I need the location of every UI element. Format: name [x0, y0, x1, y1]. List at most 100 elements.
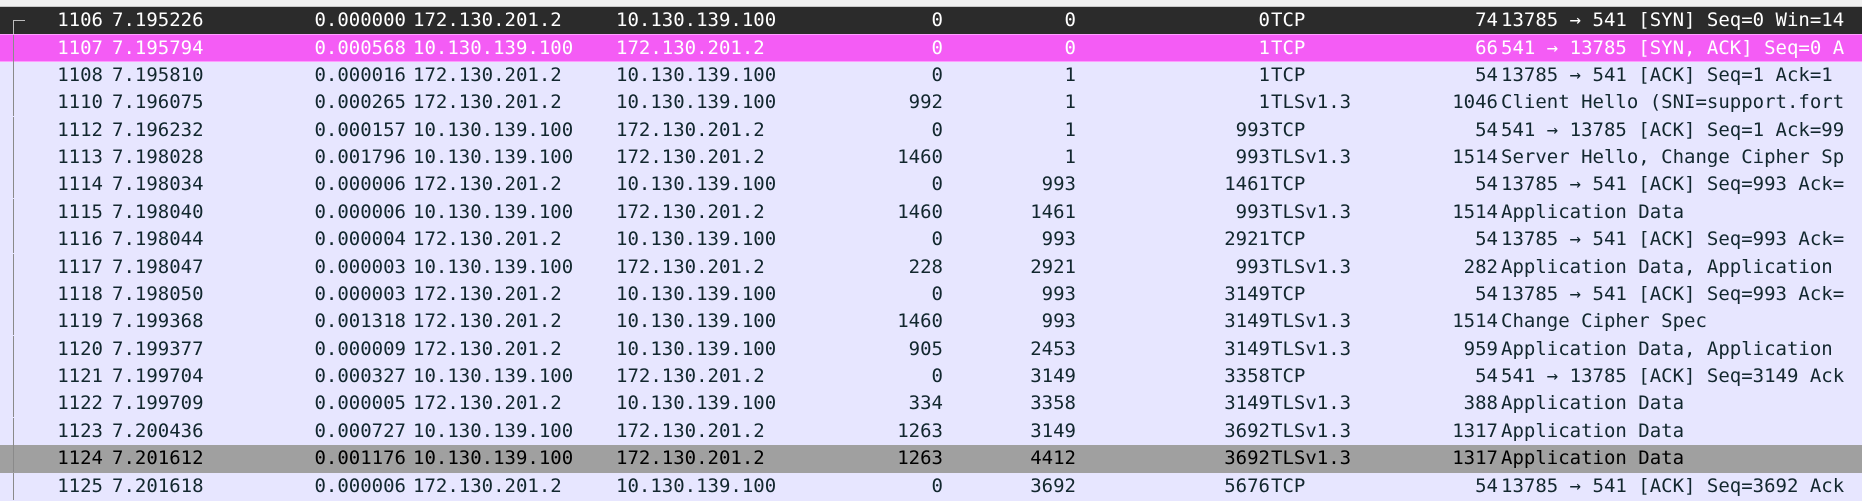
packet-row[interactable]: 1107 7.195794 0.000568 10.130.139.100 172.13… — [0, 34, 1862, 63]
packet-seq: 993 — [1041, 228, 1076, 251]
packet-length: 74 — [1475, 9, 1498, 31]
packet-info: Server Hello, Change Cipher Sp — [1501, 145, 1845, 168]
packet-row[interactable]: 1121 7.199704 0.000327 10.130.139.100 172.13… — [0, 363, 1862, 391]
packet-seq: 3692 — [1030, 474, 1076, 497]
packet-length: 54 — [1475, 365, 1498, 388]
packet-ack: 2921 — [1224, 228, 1270, 251]
packet-row[interactable]: 1124 7.201612 0.001176 10.130.139.100 172.13… — [0, 445, 1862, 473]
packet-tcp-segment-len: 0 — [931, 474, 943, 497]
packet-ack: 3149 — [1224, 392, 1270, 415]
packet-delta: 0.001318 — [314, 310, 406, 333]
packet-delta: 0.000003 — [314, 282, 406, 305]
packet-number: 1123 — [57, 419, 103, 442]
packet-ack: 993 — [1235, 255, 1270, 278]
packet-ack: 5676 — [1224, 474, 1270, 497]
packet-info: 13785 → 541 [SYN] Seq=0 Win=14 — [1501, 9, 1845, 31]
packet-length: 1317 — [1452, 447, 1498, 470]
packet-destination: 172.130.201.2 — [616, 37, 765, 60]
packet-info: 13785 → 541 [ACK] Seq=993 Ack= — [1501, 173, 1845, 196]
packet-row[interactable]: 1112 7.196232 0.000157 10.130.139.100 172.13… — [0, 116, 1862, 144]
packet-seq: 3358 — [1030, 392, 1076, 415]
packet-time: 7.201612 — [112, 447, 204, 470]
column-header-bar[interactable] — [0, 0, 1862, 7]
packet-info: 13785 → 541 [ACK] Seq=993 Ack= — [1501, 228, 1845, 251]
packet-row[interactable]: 1117 7.198047 0.000003 10.130.139.100 172.13… — [0, 253, 1862, 281]
packet-info: Application Data — [1501, 447, 1685, 470]
packet-info: Client Hello (SNI=support.fort — [1501, 91, 1845, 114]
packet-destination: 172.130.201.2 — [616, 419, 765, 442]
packet-ack: 993 — [1235, 118, 1270, 141]
packet-tcp-segment-len: 0 — [931, 63, 943, 86]
packet-seq: 1 — [1064, 145, 1076, 168]
packet-row[interactable]: 1119 7.199368 0.001318 172.130.201.2 10.130.… — [0, 308, 1862, 336]
packet-destination: 10.130.139.100 — [616, 474, 777, 497]
packet-seq: 993 — [1041, 310, 1076, 333]
packet-row[interactable]: 1123 7.200436 0.000727 10.130.139.100 172.13… — [0, 417, 1862, 446]
packet-row[interactable]: 1115 7.198040 0.000006 10.130.139.100 172.13… — [0, 198, 1862, 227]
packet-ack: 3149 — [1224, 310, 1270, 333]
packet-destination: 172.130.201.2 — [616, 145, 765, 168]
packet-delta: 0.000727 — [314, 419, 406, 442]
packet-destination: 172.130.201.2 — [616, 200, 765, 223]
packet-seq: 1 — [1064, 63, 1076, 86]
packet-destination: 10.130.139.100 — [616, 392, 777, 415]
packet-destination: 10.130.139.100 — [616, 310, 777, 333]
packet-destination: 10.130.139.100 — [616, 282, 777, 305]
packet-seq: 2453 — [1030, 337, 1076, 360]
packet-number: 1124 — [57, 447, 103, 470]
packet-row[interactable]: 1110 7.196075 0.000265 172.130.201.2 10.130.… — [0, 89, 1862, 117]
packet-ack: 3692 — [1224, 419, 1270, 442]
packet-time: 7.198028 — [112, 145, 204, 168]
packet-tcp-segment-len: 0 — [931, 9, 943, 31]
packet-delta: 0.000009 — [314, 337, 406, 360]
packet-number: 1107 — [57, 37, 103, 60]
packet-time: 7.195226 — [112, 9, 204, 31]
packet-tcp-segment-len: 334 — [908, 392, 943, 415]
packet-length: 1046 — [1452, 91, 1498, 114]
packet-info: Application Data, Application — [1501, 337, 1833, 360]
packet-source: 172.130.201.2 — [413, 474, 562, 497]
packet-destination: 10.130.139.100 — [616, 173, 777, 196]
packet-destination: 10.130.139.100 — [616, 91, 777, 114]
packet-row[interactable]: 1125 7.201618 0.000006 172.130.201.2 10.130.… — [0, 472, 1862, 501]
packet-ack: 1461 — [1224, 173, 1270, 196]
packet-tcp-segment-len: 0 — [931, 37, 943, 60]
packet-tcp-segment-len: 0 — [931, 282, 943, 305]
packet-source: 172.130.201.2 — [413, 63, 562, 86]
packet-ack: 993 — [1235, 145, 1270, 168]
packet-seq: 0 — [1064, 9, 1076, 31]
packet-list[interactable]: 1106 7.195226 0.000000 172.130.201.2 10.130.… — [0, 7, 1862, 501]
packet-number: 1116 — [57, 228, 103, 251]
packet-number: 1108 — [57, 63, 103, 86]
packet-row[interactable]: 1116 7.198044 0.000004 172.130.201.2 10.130.… — [0, 226, 1862, 254]
packet-delta: 0.001796 — [314, 145, 406, 168]
packet-source: 172.130.201.2 — [413, 392, 562, 415]
packet-row[interactable]: 1114 7.198034 0.000006 172.130.201.2 10.130.… — [0, 171, 1862, 199]
packet-length: 54 — [1475, 228, 1498, 251]
packet-source: 10.130.139.100 — [413, 419, 574, 442]
packet-number: 1122 — [57, 392, 103, 415]
packet-seq: 3149 — [1030, 419, 1076, 442]
packet-length: 66 — [1475, 37, 1498, 60]
packet-row[interactable]: 1122 7.199709 0.000005 172.130.201.2 10.130.… — [0, 390, 1862, 418]
packet-row[interactable]: 1108 7.195810 0.000016 172.130.201.2 10.130.… — [0, 61, 1862, 90]
packet-row[interactable]: 1113 7.198028 0.001796 10.130.139.100 172.13… — [0, 143, 1862, 172]
packet-time: 7.199709 — [112, 392, 204, 415]
packet-source: 172.130.201.2 — [413, 228, 562, 251]
packet-source: 10.130.139.100 — [413, 200, 574, 223]
packet-delta: 0.000006 — [314, 173, 406, 196]
packet-delta: 0.000265 — [314, 91, 406, 114]
packet-number: 1114 — [57, 173, 103, 196]
packet-destination: 172.130.201.2 — [616, 447, 765, 470]
packet-tcp-segment-len: 1460 — [897, 145, 943, 168]
packet-row[interactable]: 1106 7.195226 0.000000 172.130.201.2 10.130.… — [0, 7, 1862, 35]
packet-time: 7.198034 — [112, 173, 204, 196]
packet-time: 7.201618 — [112, 474, 204, 497]
packet-time: 7.198047 — [112, 255, 204, 278]
packet-tcp-segment-len: 1263 — [897, 447, 943, 470]
packet-row[interactable]: 1118 7.198050 0.000003 172.130.201.2 10.130.… — [0, 280, 1862, 309]
packet-time: 7.198044 — [112, 228, 204, 251]
packet-source: 10.130.139.100 — [413, 365, 574, 388]
packet-row[interactable]: 1120 7.199377 0.000009 172.130.201.2 10.130.… — [0, 335, 1862, 364]
packet-tcp-segment-len: 0 — [931, 173, 943, 196]
